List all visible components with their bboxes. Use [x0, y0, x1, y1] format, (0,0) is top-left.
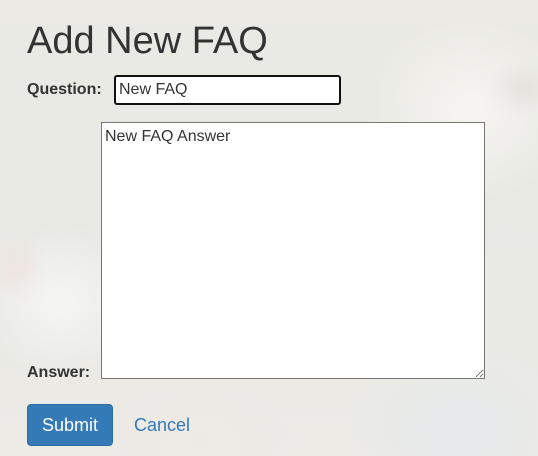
question-input[interactable] — [114, 75, 341, 105]
add-faq-form: Add New FAQ Question: New FAQ Answer Ans… — [0, 0, 538, 456]
question-label: Question: — [27, 81, 102, 98]
cancel-link[interactable]: Cancel — [134, 414, 190, 436]
submit-button[interactable]: Submit — [27, 404, 113, 446]
page-title: Add New FAQ — [27, 20, 268, 62]
answer-label: Answer: — [27, 364, 91, 381]
answer-textarea[interactable]: New FAQ Answer — [101, 122, 485, 379]
